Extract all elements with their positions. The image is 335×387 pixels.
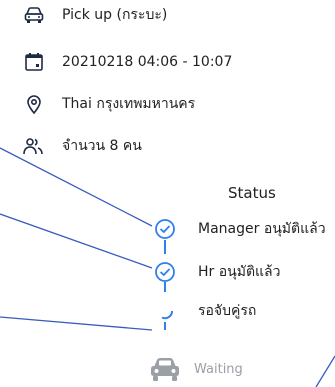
status-step-label: Waiting — [194, 361, 243, 377]
annotation-line — [0, 316, 153, 331]
booking-datetime: 20210218 04:06 - 10:07 — [62, 54, 233, 70]
status-step-label: Manager อนุมัติแล้ว — [198, 221, 326, 237]
passenger-count: จำนวน 8 คน — [62, 138, 142, 154]
loading-spinner-icon — [152, 298, 178, 324]
status-step-matching: รอจับคู่รถ — [152, 298, 256, 324]
check-circle-icon — [152, 216, 178, 242]
status-step-label: Hr อนุมัติแล้ว — [198, 264, 281, 280]
timeline-connector — [164, 240, 166, 254]
status-title: Status — [228, 184, 276, 202]
location: Thai กรุงเทพมหานคร — [62, 96, 196, 112]
car-icon — [22, 3, 46, 27]
annotation-line — [0, 213, 153, 269]
status-step-waiting: Waiting — [148, 356, 243, 382]
check-circle-icon — [152, 259, 178, 285]
car-icon — [148, 355, 182, 383]
status-step-hr: Hr อนุมัติแล้ว — [152, 259, 281, 285]
annotation-line — [0, 147, 153, 227]
status-step-label: รอจับคู่รถ — [198, 303, 257, 319]
calendar-icon — [22, 50, 46, 74]
location-pin-icon — [22, 92, 46, 116]
annotation-line — [315, 355, 335, 387]
status-step-manager: Manager อนุมัติแล้ว — [152, 216, 326, 242]
people-icon — [22, 134, 46, 158]
vehicle-type: Pick up (กระบะ) — [62, 7, 168, 23]
